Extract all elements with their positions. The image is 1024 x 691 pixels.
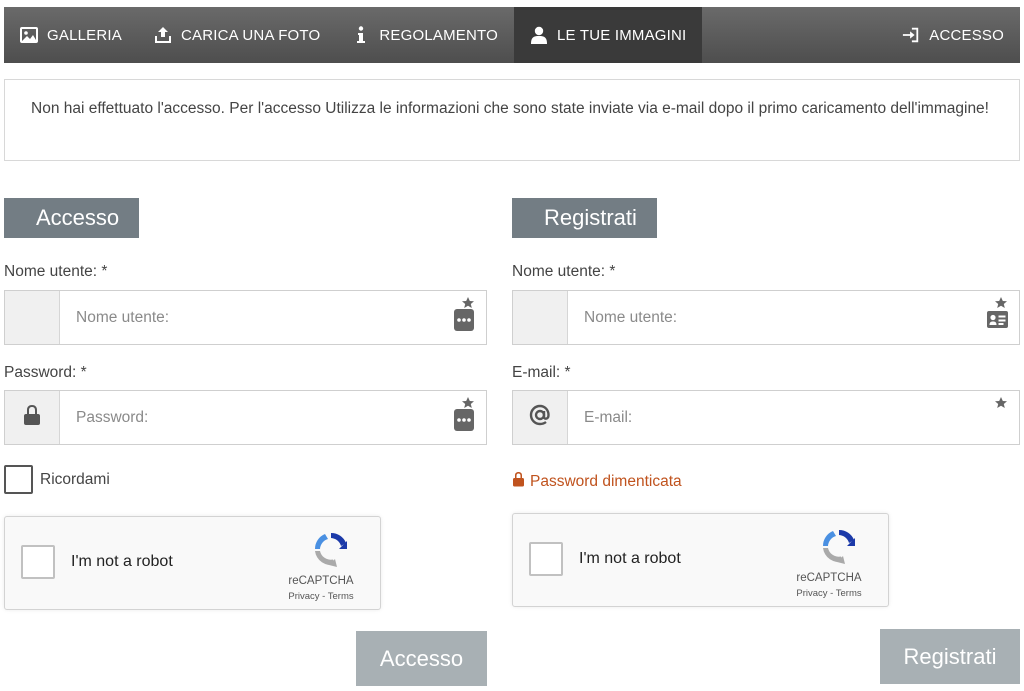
login-password-group [4,390,487,445]
recaptcha-checkbox[interactable] [529,542,563,576]
register-submit-button[interactable]: Registrati [880,629,1020,684]
login-title: Accesso [4,198,140,238]
login-notice: Non hai effettuato l'accesso. Per l'acce… [4,79,1020,161]
login-panel: Accesso Nome utente: * Password: * Ricor… [4,198,487,686]
nav-item-label: ACCESSO [929,26,1004,44]
nav-item-carica-una-foto[interactable]: CARICA UNA FOTO [138,7,336,63]
nav-item-accesso[interactable]: ACCESSO [886,7,1020,63]
nav-item-le-tue-immagini[interactable]: LE TUE IMMAGINI [514,7,703,63]
user-icon [530,26,548,44]
register-email-input[interactable] [568,391,1019,444]
forgot-password-link[interactable]: Password dimenticata [512,471,682,492]
recaptcha-logo-icon [311,529,351,569]
lock-icon [23,404,41,431]
email-label: E-mail: * [512,364,571,381]
login-username-group [4,290,487,345]
recaptcha-label: I'm not a robot [579,550,681,567]
password-label: Password: * [4,364,87,381]
login-password-input[interactable] [60,391,486,444]
nav-item-galleria[interactable]: GALLERIA [4,7,138,63]
star-icon[interactable] [985,395,1011,435]
sign-in-icon [902,26,920,44]
username-label: Nome utente: * [4,263,108,280]
nav-item-label: GALLERIA [47,26,122,44]
remember-me-checkbox[interactable] [4,465,33,494]
info-icon [352,26,370,44]
login-submit-button[interactable]: Accesso [356,631,487,686]
register-username-input[interactable] [568,291,1019,344]
recaptcha-brand: reCAPTCHA [796,572,862,584]
recaptcha-checkbox[interactable] [21,545,55,579]
username-addon [5,291,60,344]
register-panel: Registrati Nome utente: * E-mail: * Pass… [512,198,1020,684]
top-navigation: GALLERIA CARICA UNA FOTO REGOLAMENTO LE … [4,7,1020,63]
nav-item-label: LE TUE IMMAGINI [557,26,687,44]
recaptcha-label: I'm not a robot [71,553,173,570]
recaptcha-links[interactable]: Privacy - Terms [276,591,366,602]
forgot-password-label: Password dimenticata [530,472,682,490]
recaptcha-widget: I'm not a robot reCAPTCHA Privacy - Term… [4,516,381,610]
recaptcha-logo-icon [819,526,859,566]
register-email-group [512,390,1020,445]
recaptcha-links[interactable]: Privacy - Terms [784,588,874,599]
upload-icon [154,26,172,44]
register-username-group [512,290,1020,345]
login-username-input[interactable] [60,291,486,344]
password-manager-icon[interactable] [452,395,478,435]
at-addon [513,391,568,444]
remember-me-row[interactable]: Ricordami [4,465,110,494]
nav-item-label: CARICA UNA FOTO [180,26,321,44]
contact-card-icon[interactable] [985,295,1011,335]
lock-icon [512,471,525,492]
nav-item-regolamento[interactable]: REGOLAMENTO [336,7,514,63]
username-addon [513,291,568,344]
register-username-label: Nome utente: * [512,263,616,280]
remember-me-label: Ricordami [40,470,110,488]
password-manager-icon[interactable] [452,295,478,335]
at-sign-icon [529,404,551,431]
register-title: Registrati [512,198,657,238]
lock-addon [5,391,60,444]
recaptcha-brand: reCAPTCHA [288,575,354,587]
recaptcha-widget: I'm not a robot reCAPTCHA Privacy - Term… [512,513,889,607]
image-icon [20,26,38,44]
nav-item-label: REGOLAMENTO [379,26,499,44]
